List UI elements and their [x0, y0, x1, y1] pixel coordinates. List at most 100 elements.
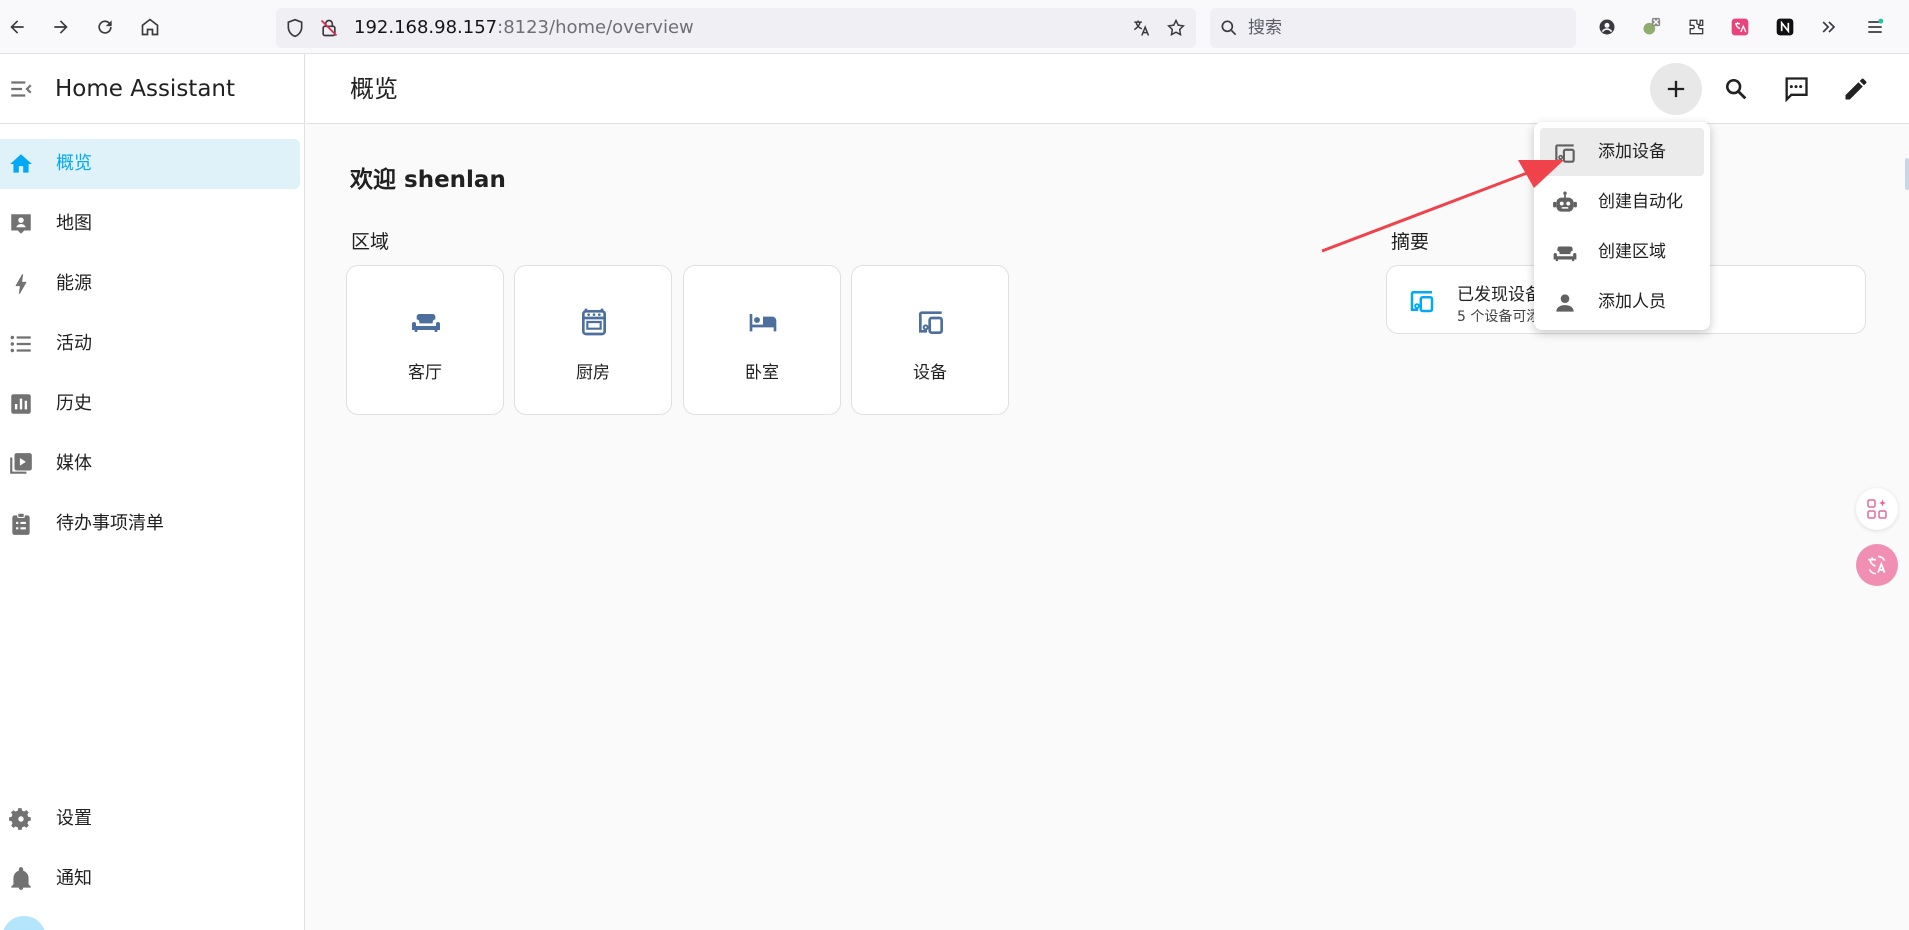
sidebar-item-map[interactable]: 地图 — [0, 199, 300, 249]
add-button[interactable] — [1650, 63, 1702, 115]
sidebar-item-notifications[interactable]: 通知 — [0, 854, 300, 904]
devices-icon — [919, 311, 943, 334]
puzzle-extensions-icon[interactable] — [1683, 14, 1709, 40]
sidebar-item-history[interactable]: 历史 — [0, 379, 300, 429]
area-card-label: 客厅 — [408, 363, 442, 383]
sidebar-header: Home Assistant — [0, 54, 305, 124]
area-card-label: 设备 — [913, 363, 947, 383]
search-button[interactable] — [1710, 63, 1762, 115]
chevron-double-right-icon[interactable] — [1816, 14, 1842, 40]
menu-item-label: 创建区域 — [1598, 242, 1666, 262]
sidebar-item-label: 地图 — [56, 213, 92, 234]
sidebar-item-label: 设置 — [56, 808, 92, 829]
sidebar-item-label: 能源 — [56, 273, 92, 294]
insecure-lock-icon[interactable] — [316, 15, 342, 41]
comment-processing-icon — [1785, 77, 1808, 103]
summary-section-label: 摘要 — [1391, 231, 1430, 253]
account-circle-icon[interactable] — [1594, 14, 1620, 40]
avatar[interactable] — [2, 916, 46, 930]
url-bar[interactable]: 192.168.98.157:8123/home/overview — [276, 8, 1196, 48]
play-box-multiple-icon — [10, 453, 32, 474]
areas-section-label: 区域 — [351, 231, 390, 253]
menu-item-add-device[interactable]: 添加设备 — [1540, 128, 1704, 176]
area-card-living-room[interactable]: 客厅 — [346, 265, 504, 415]
add-menu: 添加设备 创建自动化 创建区域 添加人员 — [1534, 122, 1710, 330]
dark-extension-icon[interactable] — [1772, 14, 1798, 40]
sidebar-item-media[interactable]: 媒体 — [0, 439, 300, 489]
sidebar-item-label: 历史 — [56, 393, 92, 414]
sidebar-item-energy[interactable]: 能源 — [0, 259, 300, 309]
cog-icon — [9, 808, 31, 830]
extension-badge-icon[interactable] — [1638, 14, 1664, 40]
sidebar-item-label: 概览 — [56, 153, 92, 174]
shield-icon[interactable] — [282, 15, 308, 41]
sidebar-item-overview[interactable]: 概览 — [0, 139, 300, 189]
account-icon — [1556, 294, 1574, 312]
sidebar-title: Home Assistant — [55, 76, 236, 102]
browser-menu-icon[interactable] — [1862, 14, 1888, 40]
sidebar-item-label: 媒体 — [56, 453, 92, 474]
sidebar-item-settings[interactable]: 设置 — [0, 794, 300, 844]
area-card-devices[interactable]: 设备 — [851, 265, 1009, 415]
url-text[interactable]: 192.168.98.157:8123/home/overview — [354, 8, 694, 48]
url-path: :8123/home/overview — [497, 17, 694, 38]
bookmark-star-icon[interactable] — [1163, 15, 1189, 41]
clipboard-list-icon — [12, 512, 30, 535]
area-card-label: 厨房 — [576, 363, 610, 383]
sidebar-item-label: 活动 — [56, 333, 92, 354]
sidebar-item-logbook[interactable]: 活动 — [0, 319, 300, 369]
plus-icon — [1667, 80, 1685, 98]
summary-title: 已发现设备 — [1457, 285, 1542, 305]
menu-open-icon[interactable] — [8, 76, 34, 102]
url-host: 192.168.98.157 — [354, 17, 498, 38]
home-browser-icon[interactable] — [137, 14, 163, 40]
reload-icon[interactable] — [92, 14, 118, 40]
menu-item-create-area[interactable]: 创建区域 — [1540, 228, 1704, 276]
assist-button[interactable] — [1770, 63, 1822, 115]
translate-icon[interactable] — [1128, 15, 1154, 41]
pencil-icon — [1845, 78, 1867, 100]
sofa-icon — [1553, 246, 1577, 262]
browser-search-bar[interactable]: 搜索 — [1210, 8, 1576, 48]
welcome-heading: 欢迎 shenlan — [350, 167, 506, 193]
bell-icon — [11, 867, 31, 890]
sidebar: Home Assistant 概览 地图 能源 活动 历史 媒体 待办事项清单 … — [0, 54, 305, 930]
float-translate-button[interactable] — [1856, 544, 1898, 586]
bed-icon — [749, 314, 777, 332]
sidebar-item-label: 通知 — [56, 868, 92, 889]
sofa-icon — [412, 314, 440, 332]
edit-dashboard-button[interactable] — [1830, 63, 1882, 115]
area-card-kitchen[interactable]: 厨房 — [514, 265, 672, 415]
map-account-icon — [11, 214, 31, 234]
forward-icon[interactable] — [48, 14, 74, 40]
page-title: 概览 — [350, 75, 398, 103]
lightning-bolt-icon — [15, 274, 27, 294]
apps-sparkle-icon — [1867, 499, 1887, 519]
sidebar-item-label: 待办事项清单 — [56, 513, 164, 534]
browser-toolbar: 192.168.98.157:8123/home/overview 搜索 — [0, 0, 1909, 54]
scrollbar-thumb[interactable] — [1905, 158, 1909, 190]
translator-extension-icon[interactable] — [1727, 14, 1753, 40]
area-card-label: 卧室 — [745, 363, 779, 383]
menu-item-label: 添加人员 — [1598, 292, 1666, 312]
menu-item-label: 创建自动化 — [1598, 192, 1683, 212]
menu-item-add-person[interactable]: 添加人员 — [1540, 278, 1704, 326]
translate-icon — [1868, 555, 1886, 575]
float-apps-button[interactable] — [1856, 488, 1898, 530]
search-icon — [1216, 15, 1242, 41]
devices-icon — [1410, 291, 1434, 313]
stove-icon — [582, 308, 606, 336]
menu-item-create-automation[interactable]: 创建自动化 — [1540, 178, 1704, 226]
devices-icon — [1555, 144, 1575, 163]
app-header: 概览 — [306, 54, 1909, 124]
search-placeholder: 搜索 — [1248, 18, 1282, 38]
format-list-bulleted-icon — [10, 335, 31, 353]
magnify-icon — [1725, 78, 1747, 100]
robot-icon — [1553, 191, 1577, 212]
area-card-bedroom[interactable]: 卧室 — [683, 265, 841, 415]
home-icon — [10, 154, 32, 173]
sidebar-item-todo[interactable]: 待办事项清单 — [0, 499, 300, 549]
menu-item-label: 添加设备 — [1598, 142, 1666, 162]
back-icon[interactable] — [4, 14, 30, 40]
chart-box-icon — [11, 394, 31, 414]
